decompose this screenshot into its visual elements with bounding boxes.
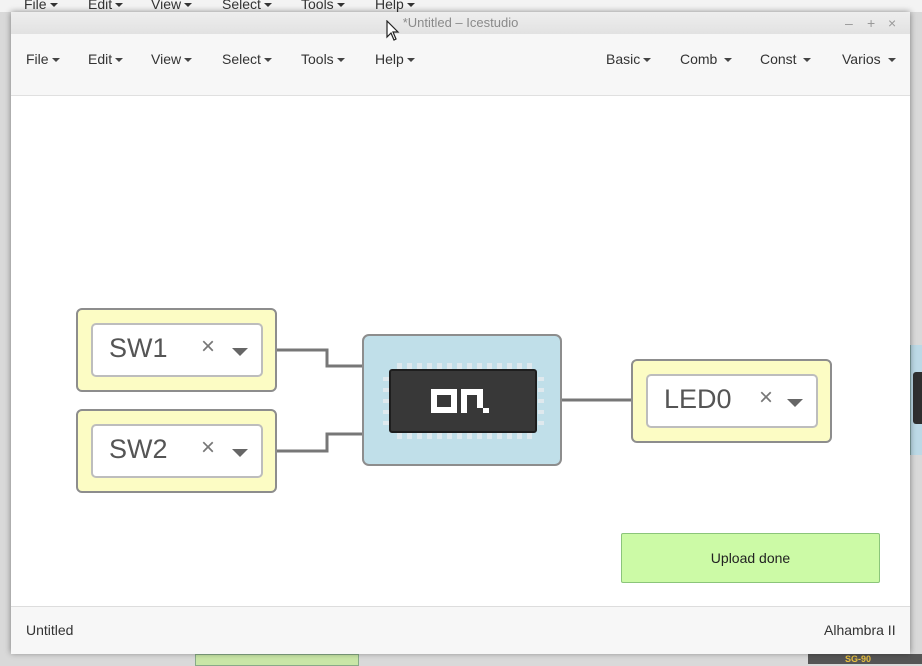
menubar: File Edit View Select Tools Help Basic C… — [11, 34, 910, 96]
chip-pin — [517, 433, 522, 439]
chip-pin — [407, 433, 412, 439]
status-board: Alhambra II — [824, 622, 896, 638]
menu-edit[interactable]: Edit — [88, 50, 124, 68]
menu-help-label: Help — [375, 51, 404, 67]
chevron-down-icon — [643, 58, 652, 63]
menu-const-label: Const — [760, 51, 797, 67]
upload-status-toast: Upload done — [621, 533, 880, 583]
chevron-down-icon — [406, 58, 415, 63]
chevron-down-icon — [724, 58, 733, 63]
chip-pin — [538, 421, 544, 425]
wire-sw1-or[interactable] — [277, 348, 362, 368]
chevron-down-icon — [887, 58, 896, 63]
wire-sw2-or[interactable] — [277, 432, 362, 453]
chip-pin — [397, 433, 402, 439]
chevron-down-icon — [51, 58, 60, 63]
menu-help[interactable]: Help — [375, 50, 415, 68]
chip-pin — [538, 377, 544, 381]
chip-pin — [467, 433, 472, 439]
chip-pin — [477, 433, 482, 439]
menu-basic[interactable]: Basic — [606, 50, 652, 68]
chip-pin — [417, 433, 422, 439]
output-pin-label: LED0 — [664, 384, 732, 414]
bg-menu-edit: Edit — [88, 0, 123, 12]
chevron-down-icon — [803, 58, 812, 63]
menu-basic-label: Basic — [606, 51, 641, 67]
chip-pin — [487, 433, 492, 439]
clear-icon[interactable]: × — [759, 384, 773, 412]
chevron-down-icon — [263, 58, 272, 63]
menu-varios[interactable]: Varios — [842, 50, 896, 68]
input-pin-select-sw1[interactable]: SW1 × — [91, 323, 263, 377]
menu-tools-label: Tools — [301, 51, 334, 67]
background-thumbnail-label: SG-90 — [845, 654, 872, 664]
window-titlebar[interactable]: *Untitled – Icestudio – + × — [11, 12, 910, 34]
menu-file[interactable]: File — [26, 50, 60, 68]
menu-view[interactable]: View — [151, 50, 193, 68]
bg-menu-file: File — [24, 0, 58, 12]
menu-view-label: View — [151, 51, 182, 67]
bg-menu-select: Select — [222, 0, 272, 12]
background-menubar: File Edit View Select Tools Help — [0, 0, 922, 12]
dropdown-arrow-icon[interactable] — [232, 449, 248, 457]
toast-message: Upload done — [710, 550, 791, 566]
input-pin-select-sw2[interactable]: SW2 × — [91, 424, 263, 478]
chevron-down-icon — [336, 58, 345, 63]
status-filename: Untitled — [26, 622, 74, 638]
menu-const[interactable]: Const — [760, 50, 812, 68]
minimize-button[interactable]: – — [845, 12, 853, 34]
output-pin-select-led0[interactable]: LED0 × — [646, 374, 818, 428]
chip-pin — [447, 433, 452, 439]
menu-select-label: Select — [222, 51, 261, 67]
or-gate-block[interactable] — [362, 334, 562, 466]
or-logo-icon — [431, 389, 489, 413]
menu-select[interactable]: Select — [222, 50, 272, 68]
bg-menu-tools: Tools — [301, 0, 345, 12]
chip-pin — [538, 399, 544, 403]
clear-icon[interactable]: × — [201, 434, 215, 462]
input-block-sw1[interactable]: SW1 × — [76, 308, 277, 392]
background-green-block — [195, 654, 359, 666]
menu-comb[interactable]: Comb — [680, 50, 733, 68]
menu-file-label: File — [26, 51, 49, 67]
bg-menu-view: View — [151, 0, 192, 12]
chevron-down-icon — [184, 58, 193, 63]
background-thumbnail: SG-90 — [808, 654, 922, 664]
window-title: *Untitled – Icestudio — [402, 15, 519, 30]
dropdown-arrow-icon[interactable] — [232, 348, 248, 356]
clear-icon[interactable]: × — [201, 333, 215, 361]
close-button[interactable]: × — [888, 12, 896, 34]
chip-pin — [457, 433, 462, 439]
menu-varios-label: Varios — [842, 51, 881, 67]
statusbar: Untitled Alhambra II — [11, 606, 910, 654]
dropdown-arrow-icon[interactable] — [787, 399, 803, 407]
chip-pin — [427, 433, 432, 439]
menu-comb-label: Comb — [680, 51, 718, 67]
chip-pin — [437, 433, 442, 439]
icestudio-window: *Untitled – Icestudio – + × File Edit Vi… — [11, 12, 910, 654]
mouse-cursor-icon — [386, 20, 400, 41]
or-chip-icon — [389, 369, 537, 433]
input-pin-label: SW2 — [109, 434, 168, 464]
output-block-led0[interactable]: LED0 × — [631, 359, 832, 443]
menu-edit-label: Edit — [88, 51, 113, 67]
input-pin-label: SW1 — [109, 333, 168, 363]
chevron-down-icon — [115, 58, 124, 63]
chip-pin — [538, 410, 544, 414]
background-chip — [913, 372, 922, 424]
bg-menu-help: Help — [375, 0, 415, 12]
chip-pin — [527, 433, 532, 439]
design-canvas[interactable]: SW1 × SW2 × LED0 × Upload done — [11, 96, 910, 606]
maximize-button[interactable]: + — [867, 12, 875, 34]
menu-tools[interactable]: Tools — [301, 50, 345, 68]
input-block-sw2[interactable]: SW2 × — [76, 409, 277, 493]
chip-pin — [497, 433, 502, 439]
chip-pin — [538, 388, 544, 392]
chip-pin — [507, 433, 512, 439]
